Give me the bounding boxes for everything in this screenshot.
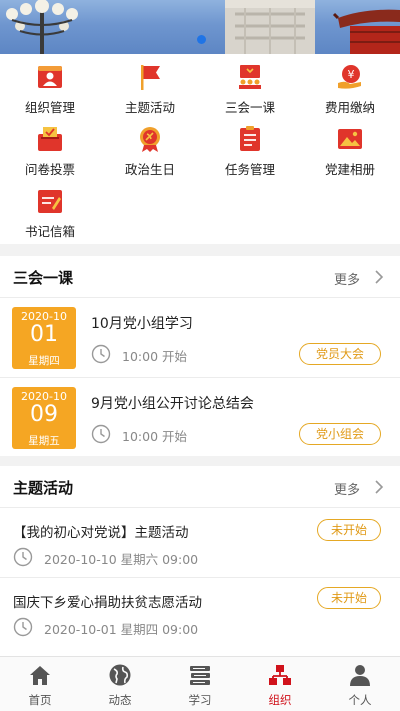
meeting-title: 10月党小组学习 xyxy=(91,316,193,332)
grid-item-label: 费用缴纳 xyxy=(324,100,375,115)
activity-time: 2020-10-01 星期四 09:00 xyxy=(44,622,199,637)
grid-item-label: 党建相册 xyxy=(324,162,375,177)
meetings-section-header: 三会一课 更多 xyxy=(0,256,400,298)
activities-section: 主题活动 更多 【我的初心对党说】主题活动 2020-10-10 星期六 09:… xyxy=(0,466,400,656)
flag-icon xyxy=(141,65,160,90)
bottom-tab-bar: 首页 动态 学习 组织 个人 xyxy=(0,656,400,711)
date-day: 09 xyxy=(30,402,58,427)
tab-organization[interactable]: 组织 xyxy=(240,657,320,711)
more-link[interactable]: 更多 xyxy=(334,479,360,498)
organization-icon xyxy=(269,665,291,685)
grid-item-label: 书记信箱 xyxy=(24,224,75,239)
activity-item[interactable]: 国庆下乡爱心捐助扶贫志愿活动 2020-10-01 星期四 09:00 未开始 xyxy=(0,579,400,648)
function-grid: 组织管理 主题活动 三会一课 ¥ 费用缴纳 问卷投票 政治生日 任务管理 党建相… xyxy=(0,54,400,244)
grid-item-label: 组织管理 xyxy=(24,100,75,115)
meeting-title: 9月党小组公开讨论总结会 xyxy=(91,396,254,412)
chevron-right-icon[interactable] xyxy=(372,479,386,495)
grid-item-label: 三会一课 xyxy=(224,100,275,115)
clock-icon xyxy=(91,424,111,444)
palace-roof-image xyxy=(332,9,400,54)
section-title: 主题活动 xyxy=(13,479,74,497)
section-title: 三会一课 xyxy=(13,269,74,287)
carousel-indicator-dot[interactable] xyxy=(197,35,206,44)
activity-title: 国庆下乡爱心捐助扶贫志愿活动 xyxy=(13,595,202,611)
meeting-item[interactable]: 2020-10 01 星期四 10月党小组学习 10:00 开始 党员大会 xyxy=(0,299,400,378)
tab-label: 动态 xyxy=(108,693,132,707)
grid-item-three-meetings[interactable]: 三会一课 xyxy=(200,58,300,120)
tab-study[interactable]: 学习 xyxy=(160,657,240,711)
grid-item-theme-activity[interactable]: 主题活动 xyxy=(100,58,200,120)
clock-icon xyxy=(91,344,111,364)
home-icon xyxy=(30,666,50,685)
date-day: 01 xyxy=(30,322,58,347)
book-stack-icon xyxy=(190,666,210,685)
globe-icon xyxy=(109,664,131,686)
fee-payment-icon: ¥ xyxy=(338,65,361,89)
chevron-right-icon[interactable] xyxy=(372,269,386,285)
grid-item-label: 问卷投票 xyxy=(24,162,75,177)
mailbox-icon xyxy=(38,190,62,213)
meeting-icon xyxy=(239,65,261,89)
party-badge-icon xyxy=(140,127,160,152)
photo-album-icon xyxy=(338,129,362,149)
activity-time: 2020-10-10 星期六 09:00 xyxy=(44,552,199,567)
person-icon xyxy=(350,665,370,686)
tab-label: 学习 xyxy=(188,693,212,707)
date-badge: 2020-10 01 星期四 xyxy=(12,307,76,369)
more-link[interactable]: 更多 xyxy=(334,269,360,288)
clock-icon xyxy=(13,547,33,567)
grid-item-label: 政治生日 xyxy=(124,162,175,177)
street-lamp-image xyxy=(6,0,78,54)
grid-item-label: 任务管理 xyxy=(224,162,275,177)
tab-label: 组织 xyxy=(268,693,292,707)
activities-section-header: 主题活动 更多 xyxy=(0,466,400,508)
activity-item[interactable]: 【我的初心对党说】主题活动 2020-10-10 星期六 09:00 未开始 xyxy=(0,509,400,578)
activity-status-tag: 未开始 xyxy=(317,587,381,609)
tab-home[interactable]: 首页 xyxy=(0,657,80,711)
date-weekday: 星期五 xyxy=(28,435,60,447)
grid-item-photo-album[interactable]: 党建相册 xyxy=(300,120,400,182)
tab-news[interactable]: 动态 xyxy=(80,657,160,711)
monument-column-image xyxy=(225,0,315,54)
grid-item-survey-vote[interactable]: 问卷投票 xyxy=(0,120,100,182)
tab-label: 个人 xyxy=(348,693,372,707)
meeting-time: 10:00 开始 xyxy=(122,429,187,444)
meeting-type-tag: 党员大会 xyxy=(299,343,381,365)
date-weekday: 星期四 xyxy=(28,355,60,367)
meeting-type-tag: 党小组会 xyxy=(299,423,381,445)
org-manage-icon xyxy=(38,66,62,88)
activity-status-tag: 未开始 xyxy=(317,519,381,541)
clock-icon xyxy=(13,617,33,637)
banner-carousel[interactable] xyxy=(0,0,400,54)
meeting-time: 10:00 开始 xyxy=(122,349,187,364)
grid-item-fee-payment[interactable]: ¥ 费用缴纳 xyxy=(300,58,400,120)
grid-item-political-birthday[interactable]: 政治生日 xyxy=(100,120,200,182)
svg-text:¥: ¥ xyxy=(348,68,355,81)
vote-box-icon xyxy=(38,127,62,151)
meetings-section: 三会一课 更多 2020-10 01 星期四 10月党小组学习 10:00 开始… xyxy=(0,256,400,456)
activity-title: 【我的初心对党说】主题活动 xyxy=(13,525,189,541)
task-list-icon xyxy=(240,126,260,151)
tab-profile[interactable]: 个人 xyxy=(320,657,400,711)
meeting-item[interactable]: 2020-10 09 星期五 9月党小组公开讨论总结会 10:00 开始 党小组… xyxy=(0,379,400,458)
date-badge: 2020-10 09 星期五 xyxy=(12,387,76,449)
tab-label: 首页 xyxy=(28,693,52,707)
grid-item-secretary-mailbox[interactable]: 书记信箱 xyxy=(0,182,100,244)
grid-item-org-manage[interactable]: 组织管理 xyxy=(0,58,100,120)
grid-item-label: 主题活动 xyxy=(124,100,175,115)
grid-item-task-manage[interactable]: 任务管理 xyxy=(200,120,300,182)
